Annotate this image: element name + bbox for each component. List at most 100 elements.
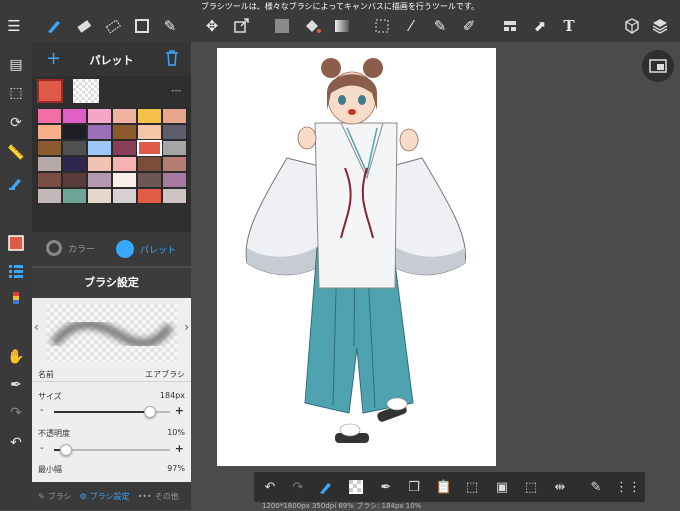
grid-menu-icon[interactable]: ⋮⋮: [615, 477, 641, 497]
canvas-view-button[interactable]: [642, 50, 674, 82]
color-swatch[interactable]: [162, 108, 187, 124]
layer-list-icon[interactable]: [5, 260, 27, 282]
size-slider-knob[interactable]: [144, 406, 157, 418]
redo-icon[interactable]: ↷: [5, 402, 27, 424]
redo-button-icon[interactable]: ↷: [288, 477, 308, 497]
tab-brush-settings[interactable]: ⚙ ブラシ設定: [80, 491, 130, 502]
size-slider[interactable]: [54, 406, 170, 418]
color-swatch[interactable]: [87, 140, 112, 156]
color-swatch[interactable]: [112, 156, 137, 172]
transparent-swatch[interactable]: [73, 79, 99, 103]
select-all-icon[interactable]: ▣: [492, 477, 512, 497]
materials-icon[interactable]: [622, 16, 642, 36]
magic-wand-icon[interactable]: ⁄: [401, 16, 421, 36]
undo-button-icon[interactable]: ↶: [260, 477, 280, 497]
color-swatch[interactable]: [62, 156, 87, 172]
color-swatch[interactable]: [62, 124, 87, 140]
opacity-slider-knob[interactable]: [59, 444, 72, 456]
clear-selection-icon[interactable]: ⬚: [462, 477, 482, 497]
color-swatch[interactable]: [87, 188, 112, 204]
size-minus-icon[interactable]: -: [40, 405, 44, 416]
eyedropper-icon[interactable]: ✒: [5, 374, 27, 396]
palette-menu-text[interactable]: ---: [171, 86, 181, 96]
rotate-canvas-icon[interactable]: ⟳: [5, 112, 27, 134]
color-swatch[interactable]: [87, 156, 112, 172]
color-swatch[interactable]: [137, 172, 162, 188]
transform-tool-icon[interactable]: [231, 16, 251, 36]
color-swatch[interactable]: [162, 172, 187, 188]
eyedropper-button-icon[interactable]: ✒: [376, 477, 396, 497]
bucket-tool-icon[interactable]: [302, 16, 322, 36]
edit-icon[interactable]: ✎: [586, 477, 606, 497]
color-swatch[interactable]: [62, 140, 87, 156]
flip-horizontal-icon[interactable]: ⇹: [550, 477, 570, 497]
color-swatch[interactable]: [137, 124, 162, 140]
tab-brush[interactable]: ✎ ブラシ: [38, 491, 72, 502]
select-layer-icon[interactable]: ⬈: [530, 16, 550, 36]
opacity-minus-icon[interactable]: -: [40, 443, 44, 454]
color-swatch[interactable]: [87, 124, 112, 140]
color-swatch[interactable]: [87, 172, 112, 188]
ruler-icon[interactable]: 📏: [5, 142, 27, 164]
undo-icon[interactable]: ↶: [5, 432, 27, 454]
selection-panel-icon[interactable]: ⬚: [5, 82, 27, 104]
color-swatch[interactable]: [137, 108, 162, 124]
snap-brush-icon[interactable]: [316, 477, 336, 497]
selection-eraser-icon[interactable]: [103, 16, 123, 36]
select-eraser-icon[interactable]: ✐: [459, 16, 479, 36]
name-value[interactable]: エアブラシ: [145, 369, 185, 380]
current-color-swatch[interactable]: [37, 79, 63, 103]
layers-icon[interactable]: [650, 16, 670, 36]
color-swatch[interactable]: [162, 188, 187, 204]
color-swatch[interactable]: [112, 108, 137, 124]
color-swatch[interactable]: [162, 124, 187, 140]
fill-color-icon[interactable]: [272, 16, 292, 36]
color-swatch[interactable]: [112, 188, 137, 204]
eraser-tool-icon[interactable]: [74, 16, 94, 36]
color-swatch[interactable]: [37, 108, 62, 124]
color-panel-icon[interactable]: [5, 232, 27, 254]
color-swatch[interactable]: [37, 140, 62, 156]
tab-other[interactable]: ••• その他: [138, 491, 179, 502]
color-swatch[interactable]: [37, 124, 62, 140]
brush-tool-icon[interactable]: [44, 16, 64, 36]
shape-tool-icon[interactable]: [132, 16, 152, 36]
tab-palette[interactable]: パレット: [116, 240, 176, 258]
color-swatch[interactable]: [62, 188, 87, 204]
opacity-slider[interactable]: [54, 444, 170, 456]
color-swatch[interactable]: [112, 124, 137, 140]
text-tool-icon[interactable]: T: [559, 16, 579, 36]
color-swatch[interactable]: [37, 172, 62, 188]
color-swatch[interactable]: [137, 188, 162, 204]
color-swatch[interactable]: [162, 156, 187, 172]
move-tool-icon[interactable]: ✥: [202, 16, 222, 36]
tab-color[interactable]: カラー: [46, 240, 95, 256]
panel-layout-icon[interactable]: [500, 16, 520, 36]
edit-tool-icon[interactable]: ✎: [160, 16, 180, 36]
gradient-tool-icon[interactable]: [332, 16, 352, 36]
select-pen-icon[interactable]: ✎: [430, 16, 450, 36]
paste-icon[interactable]: 📋: [434, 477, 454, 497]
color-swatch[interactable]: [137, 156, 162, 172]
brush-color-icon[interactable]: [5, 288, 27, 310]
color-swatch[interactable]: [137, 140, 162, 156]
color-swatch[interactable]: [162, 140, 187, 156]
delete-palette-icon[interactable]: [165, 50, 179, 70]
select-tool-icon[interactable]: [372, 16, 392, 36]
color-swatch[interactable]: [62, 172, 87, 188]
color-swatch[interactable]: [112, 172, 137, 188]
brush-panel-icon[interactable]: [5, 172, 27, 194]
color-swatch[interactable]: [112, 140, 137, 156]
color-swatch[interactable]: [87, 108, 112, 124]
opacity-plus-icon[interactable]: +: [175, 442, 184, 455]
drawing-canvas[interactable]: [217, 48, 496, 466]
color-swatch[interactable]: [37, 188, 62, 204]
color-swatch[interactable]: [37, 156, 62, 172]
select-layer-button-icon[interactable]: ⬚: [521, 477, 541, 497]
next-brush-icon[interactable]: ›: [184, 320, 189, 334]
transparent-color-icon[interactable]: [346, 477, 366, 497]
prev-brush-icon[interactable]: ‹: [34, 320, 39, 334]
menu-icon[interactable]: ☰: [4, 16, 24, 36]
copy-icon[interactable]: ❐: [404, 477, 424, 497]
color-swatch[interactable]: [62, 108, 87, 124]
